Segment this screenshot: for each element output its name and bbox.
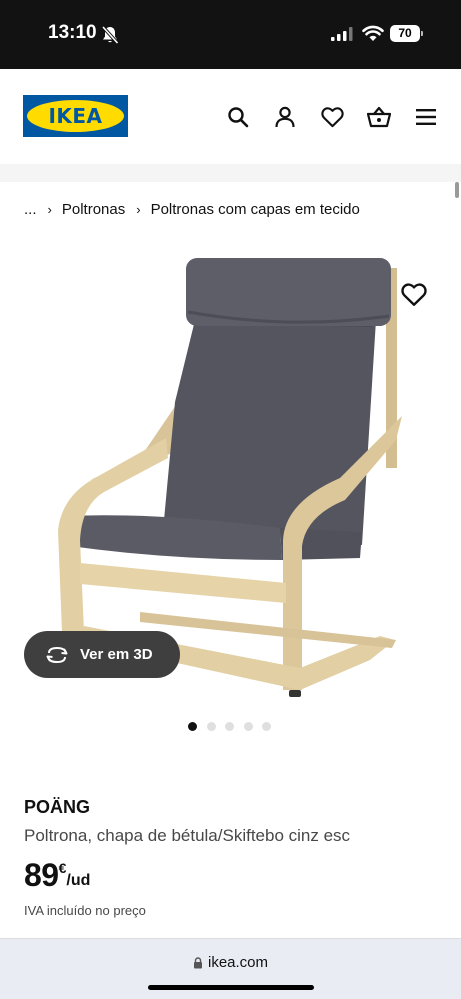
status-time: 13:10 (48, 22, 97, 43)
breadcrumb: ... › Poltronas › Poltronas com capas em… (24, 199, 360, 219)
rotate-3d-icon (46, 646, 68, 663)
basket-icon (367, 106, 391, 128)
price-integer: 89 (24, 857, 59, 893)
lock-icon (193, 956, 202, 968)
menu-button[interactable] (413, 104, 439, 130)
vat-note: IVA incluído no preço (24, 903, 146, 918)
product-price: 89 € /ud (24, 857, 90, 893)
battery-tip (421, 31, 423, 36)
site-header: IKEA (0, 69, 461, 164)
view-3d-label: Ver em 3D (80, 646, 153, 663)
price-currency: € (58, 860, 67, 876)
signal-icon (331, 27, 353, 41)
browser-address-bar: ikea.com (0, 938, 461, 999)
battery-icon: 70 (390, 25, 420, 42)
gallery-dot[interactable] (243, 722, 253, 731)
gallery-dots (188, 722, 281, 731)
menu-icon (416, 109, 436, 125)
breadcrumb-ellipsis[interactable]: ... (24, 201, 37, 218)
bell-slash-icon (101, 25, 119, 45)
gallery-dot[interactable] (225, 722, 234, 731)
chevron-right-icon: › (47, 201, 52, 217)
price-unit: /ud (66, 872, 91, 889)
gallery-dot[interactable] (188, 722, 197, 731)
search-button[interactable] (225, 104, 251, 130)
gallery-dot[interactable] (262, 722, 271, 731)
basket-button[interactable] (366, 104, 392, 130)
chevron-right-icon: › (136, 201, 141, 217)
page-scrollbar[interactable] (455, 182, 459, 198)
logo-oval: IKEA (27, 100, 124, 132)
home-indicator[interactable] (148, 985, 314, 990)
url-field[interactable]: ikea.com (0, 954, 461, 971)
header-divider (0, 164, 461, 182)
search-icon (228, 107, 249, 128)
wifi-icon (362, 25, 384, 41)
status-bar: 13:10 70 (0, 0, 461, 69)
breadcrumb-item-poltronas-tecido[interactable]: Poltronas com capas em tecido (151, 201, 360, 218)
ikea-logo[interactable]: IKEA (23, 95, 128, 137)
gallery-dot[interactable] (206, 722, 216, 731)
breadcrumb-item-poltronas[interactable]: Poltronas (62, 201, 125, 218)
add-to-favourites-heart-icon[interactable] (401, 283, 427, 307)
view-3d-button[interactable]: Ver em 3D (24, 631, 180, 678)
product-description: Poltrona, chapa de bétula/Skiftebo cinz … (24, 826, 351, 845)
user-icon (275, 106, 295, 128)
logo-text: IKEA (48, 104, 103, 128)
product-name: POÄNG (24, 797, 91, 817)
heart-icon (320, 106, 344, 127)
url-text: ikea.com (207, 954, 269, 971)
account-button[interactable] (272, 104, 298, 130)
favourites-button[interactable] (319, 104, 345, 130)
